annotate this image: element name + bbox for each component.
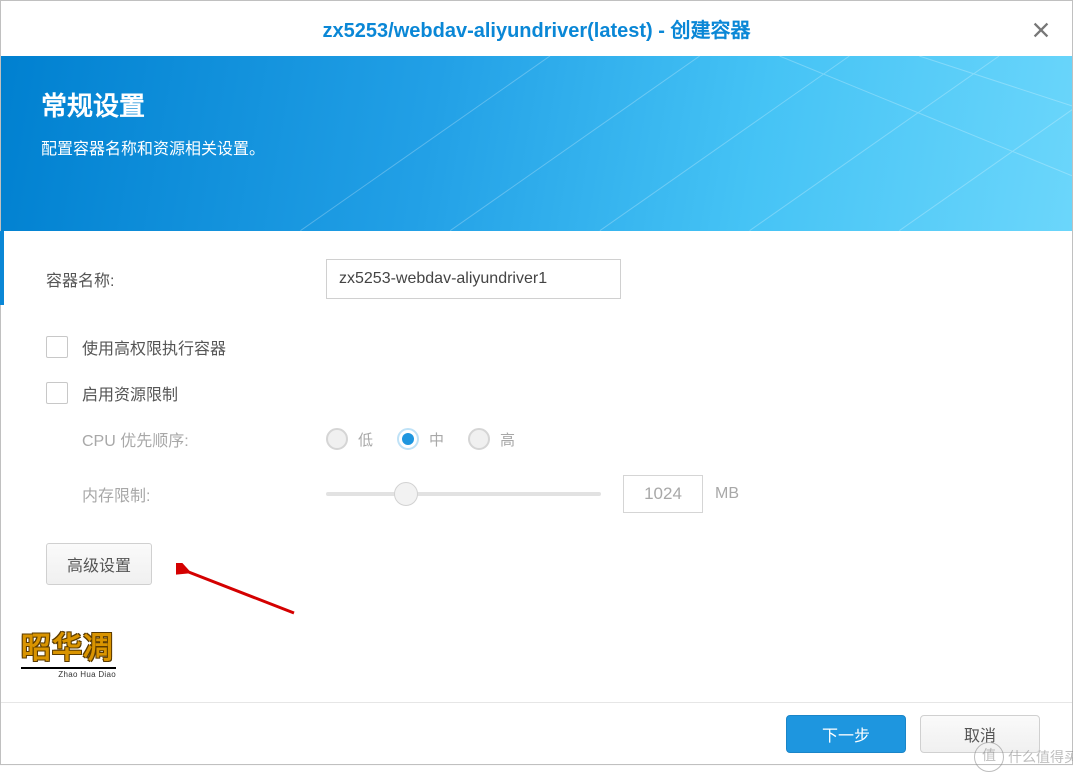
annotation-arrow-icon bbox=[176, 563, 306, 618]
window-title: zx5253/webdav-aliyundriver(latest) - 创建容… bbox=[323, 14, 751, 43]
memory-slider[interactable] bbox=[326, 482, 601, 506]
close-icon[interactable] bbox=[1030, 19, 1052, 41]
cpu-radio-mid[interactable] bbox=[397, 428, 419, 450]
slider-thumb[interactable] bbox=[394, 482, 418, 506]
watermark-logo: 昭华凋 Zhao Hua Diao bbox=[21, 623, 116, 679]
resource-limit-checkbox[interactable] bbox=[46, 382, 68, 404]
cpu-priority-row: CPU 优先顺序: 低 中 高 bbox=[46, 427, 1032, 451]
memory-unit: MB bbox=[715, 485, 739, 503]
cpu-label-mid: 中 bbox=[429, 429, 444, 450]
cpu-priority-label: CPU 优先顺序: bbox=[82, 427, 326, 451]
watermark-text: 昭华凋 bbox=[21, 623, 116, 667]
resource-limit-row: 启用资源限制 bbox=[46, 381, 1032, 405]
footer: 下一步 取消 bbox=[1, 702, 1072, 764]
cpu-radio-high[interactable] bbox=[468, 428, 490, 450]
watermark-subtext: Zhao Hua Diao bbox=[21, 667, 116, 679]
dialog-window: zx5253/webdav-aliyundriver(latest) - 创建容… bbox=[0, 0, 1073, 765]
cpu-priority-group: 低 中 高 bbox=[326, 428, 529, 450]
container-name-input[interactable] bbox=[326, 259, 621, 299]
title-bar: zx5253/webdav-aliyundriver(latest) - 创建容… bbox=[1, 1, 1072, 56]
cpu-label-low: 低 bbox=[358, 429, 373, 450]
memory-limit-row: 内存限制: MB bbox=[46, 475, 1032, 513]
memory-limit-label: 内存限制: bbox=[82, 482, 326, 506]
banner: 常规设置 配置容器名称和资源相关设置。 bbox=[1, 56, 1072, 231]
high-privilege-label: 使用高权限执行容器 bbox=[82, 335, 226, 359]
corner-watermark: 值 什么值得买 bbox=[974, 742, 1073, 772]
cpu-radio-low[interactable] bbox=[326, 428, 348, 450]
banner-heading: 常规设置 bbox=[41, 86, 1032, 123]
memory-value-input[interactable] bbox=[623, 475, 703, 513]
corner-watermark-circle: 值 bbox=[974, 742, 1004, 772]
content-area: 容器名称: 使用高权限执行容器 启用资源限制 CPU 优先顺序: 低 中 高 内 bbox=[1, 231, 1072, 585]
container-name-label: 容器名称: bbox=[46, 267, 326, 291]
resource-limit-label: 启用资源限制 bbox=[82, 381, 178, 405]
high-privilege-checkbox[interactable] bbox=[46, 336, 68, 358]
slider-track bbox=[326, 492, 601, 496]
cpu-label-high: 高 bbox=[500, 429, 515, 450]
container-name-row: 容器名称: bbox=[46, 259, 1032, 299]
high-privilege-row: 使用高权限执行容器 bbox=[46, 335, 1032, 359]
next-button[interactable]: 下一步 bbox=[786, 715, 906, 753]
banner-subheading: 配置容器名称和资源相关设置。 bbox=[41, 135, 1032, 159]
corner-watermark-text: 什么值得买 bbox=[1008, 747, 1073, 767]
advanced-settings-button[interactable]: 高级设置 bbox=[46, 543, 152, 585]
